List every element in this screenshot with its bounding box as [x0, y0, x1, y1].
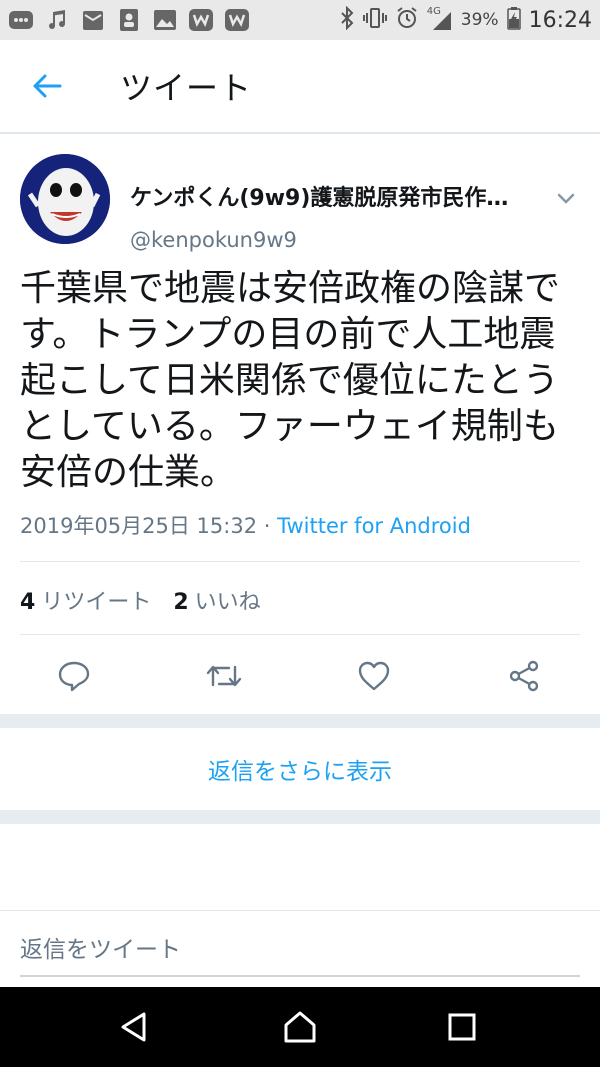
retweet-count: 4 — [20, 590, 36, 615]
avatar[interactable] — [20, 154, 110, 244]
retweet-label: リツイート — [41, 590, 152, 615]
retweet-button[interactable] — [204, 656, 244, 696]
retweet-icon — [206, 665, 242, 687]
meta-separator: · — [257, 514, 278, 538]
chevron-down-icon[interactable] — [552, 184, 580, 212]
clock: 16:24 — [528, 7, 592, 33]
display-name[interactable]: ケンポくん(9w9)護憲脱原発市民作… — [130, 180, 508, 212]
share-icon — [509, 660, 539, 692]
navigation-bar — [0, 987, 600, 1067]
like-stat[interactable]: 2 いいね — [173, 584, 260, 616]
system-icons: 4G 39% 16:24 — [339, 5, 592, 35]
tweet-stats: 4 リツイート 2 いいね — [20, 584, 261, 616]
tweet-meta: 2019年05月25日 15:32 · Twitter for Android — [20, 510, 471, 540]
reply-composer — [0, 910, 600, 988]
share-button[interactable] — [504, 656, 544, 696]
app-header: ツイート — [0, 40, 600, 134]
notification-icons — [8, 8, 250, 32]
battery-percent: 39% — [460, 10, 499, 30]
page-title: ツイート — [120, 69, 253, 107]
tweet-source-link[interactable]: Twitter for Android — [277, 514, 471, 538]
music-icon — [44, 8, 70, 32]
tweet-timestamp: 2019年05月25日 15:32 — [20, 514, 258, 538]
nav-recents-button[interactable] — [442, 1007, 482, 1047]
status-bar: 4G 39% 16:24 — [0, 0, 600, 40]
tweet-text: 千葉県で地震は安倍政権の陰謀です。トランプの目の前で人工地震起こして日米関係で優… — [20, 268, 561, 493]
divider — [20, 634, 580, 635]
mail-icon — [80, 8, 106, 32]
tweet-actions — [0, 652, 600, 704]
like-label: いいね — [194, 590, 261, 615]
bluetooth-icon — [339, 5, 355, 35]
section-separator — [0, 714, 600, 728]
back-button[interactable] — [24, 63, 70, 109]
avatar-image — [20, 154, 110, 244]
user-handle[interactable]: @kenpokun9w9 — [130, 228, 297, 252]
back-triangle-icon — [121, 1012, 146, 1042]
retweet-stat[interactable]: 4 リツイート — [20, 584, 151, 616]
like-icon — [358, 661, 390, 691]
gallery-icon — [152, 8, 178, 32]
metro-icon — [188, 8, 214, 32]
recents-square-icon — [448, 1013, 476, 1041]
alarm-icon — [395, 6, 419, 35]
nav-home-button[interactable] — [280, 1007, 320, 1047]
metro-icon — [224, 8, 250, 32]
reply-button[interactable] — [54, 656, 94, 696]
battery-icon — [506, 6, 521, 35]
arrow-left-icon — [33, 74, 62, 98]
reply-icon — [58, 661, 90, 692]
show-more-replies-button[interactable]: 返信をさらに表示 — [0, 728, 600, 810]
signal-icon: 4G — [427, 6, 453, 32]
home-circle-icon — [284, 1011, 316, 1043]
author-row: ケンポくん(9w9)護憲脱原発市民作… @kenpokun9w9 — [20, 154, 580, 252]
section-separator — [0, 810, 600, 824]
reply-input[interactable] — [20, 925, 580, 977]
vibrate-icon — [362, 7, 387, 34]
messenger-icon — [8, 8, 34, 32]
nav-back-button[interactable] — [114, 1007, 154, 1047]
like-count: 2 — [173, 590, 189, 615]
divider — [20, 561, 580, 562]
like-button[interactable] — [354, 656, 394, 696]
contacts-icon — [116, 8, 142, 32]
